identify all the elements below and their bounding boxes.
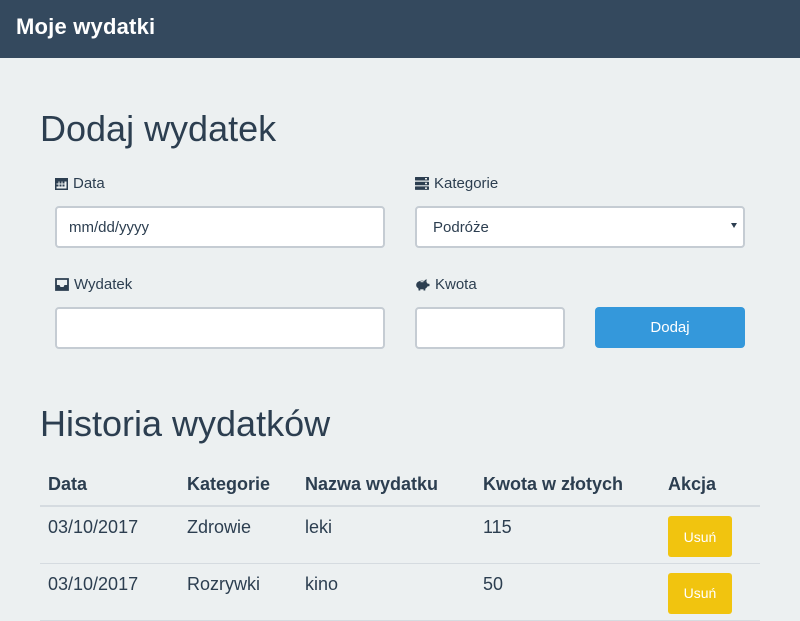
table-row: 03/10/2017 Rozrywki kino 50 Usuń bbox=[40, 563, 760, 621]
category-label-text: Kategorie bbox=[434, 175, 499, 192]
history-table: Data Kategorie Nazwa wydatku Kwota w zło… bbox=[40, 463, 760, 621]
table-row: 03/10/2017 Zdrowie leki 115 Usuń bbox=[40, 506, 760, 564]
cell-amount: 115 bbox=[475, 506, 660, 564]
category-selected: Podróże bbox=[433, 218, 489, 236]
cell-category: Rozrywki bbox=[179, 563, 297, 621]
server-icon bbox=[415, 177, 429, 190]
delete-button[interactable]: Usuń bbox=[668, 572, 732, 614]
cell-amount: 50 bbox=[475, 563, 660, 621]
cell-category: Zdrowie bbox=[179, 506, 297, 564]
date-input[interactable] bbox=[55, 206, 385, 248]
column-header-amount: Kwota w złotych bbox=[475, 463, 660, 507]
history-title: Historia wydatków bbox=[40, 403, 331, 444]
expense-input[interactable] bbox=[55, 307, 385, 349]
date-label: Data bbox=[55, 175, 105, 192]
brand-title[interactable]: Moje wydatki bbox=[16, 14, 155, 40]
inbox-icon bbox=[55, 278, 69, 291]
expense-label: Wydatek bbox=[55, 276, 132, 293]
chevron-down-icon bbox=[731, 223, 737, 228]
column-header-category: Kategorie bbox=[179, 463, 297, 507]
amount-label-text: Kwota bbox=[435, 276, 477, 293]
cell-name: leki bbox=[297, 506, 475, 564]
date-label-text: Data bbox=[73, 175, 105, 192]
column-header-name: Nazwa wydatku bbox=[297, 463, 475, 507]
column-header-date: Data bbox=[40, 463, 179, 507]
amount-label: Kwota bbox=[415, 276, 477, 293]
cell-action: Usuń bbox=[660, 506, 760, 564]
expense-label-text: Wydatek bbox=[74, 276, 133, 293]
column-header-action: Akcja bbox=[660, 463, 760, 507]
delete-button[interactable]: Usuń bbox=[668, 516, 732, 557]
form-title: Dodaj wydatek bbox=[40, 108, 277, 149]
cell-date: 03/10/2017 bbox=[40, 563, 179, 621]
cell-date: 03/10/2017 bbox=[40, 506, 179, 564]
calendar-icon bbox=[55, 177, 68, 190]
cell-action: Usuń bbox=[660, 563, 760, 621]
cell-name: kino bbox=[297, 563, 475, 621]
amount-input[interactable] bbox=[415, 307, 565, 349]
piggy-bank-icon bbox=[415, 278, 430, 291]
table-header-row: Data Kategorie Nazwa wydatku Kwota w zło… bbox=[40, 463, 760, 507]
add-expense-button[interactable]: Dodaj bbox=[595, 307, 745, 348]
navbar: Moje wydatki bbox=[0, 0, 800, 58]
category-label: Kategorie bbox=[415, 175, 498, 192]
category-select[interactable]: Podróże bbox=[415, 206, 745, 248]
